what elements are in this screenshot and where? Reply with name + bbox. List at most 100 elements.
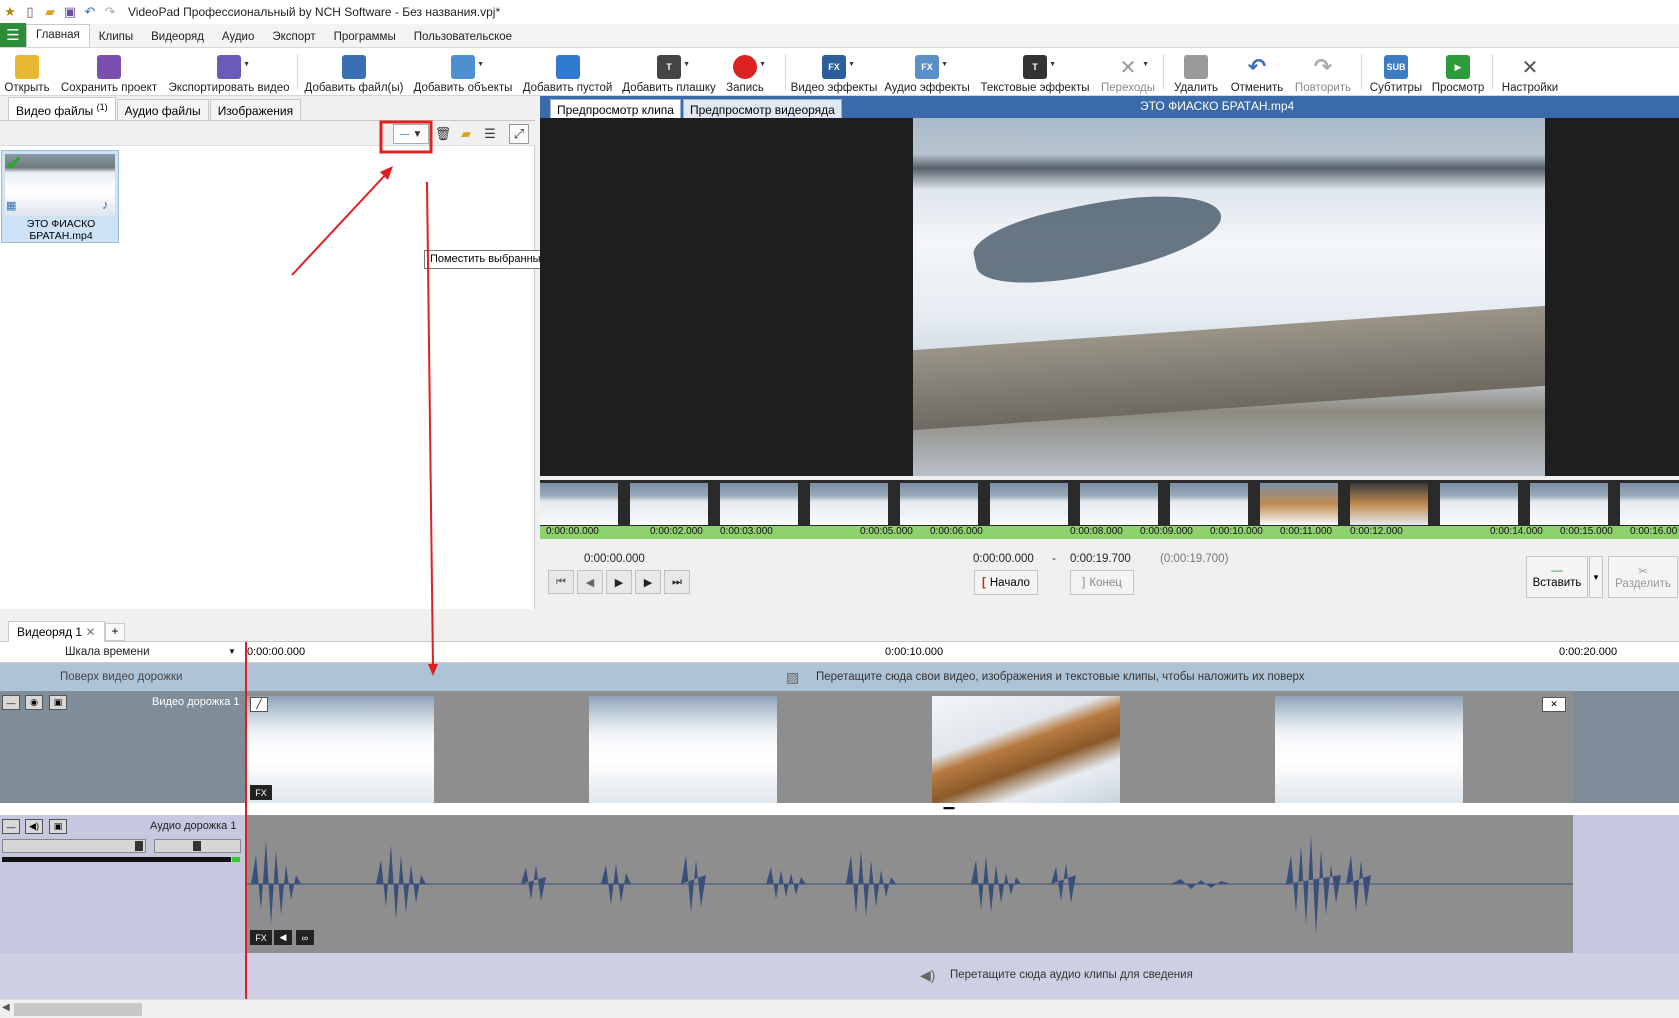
tab-clip-preview[interactable]: Предпросмотр клипа xyxy=(550,99,681,118)
add-plate-button[interactable]: T ▼ Добавить плашку xyxy=(622,50,716,94)
tab-home[interactable]: Главная xyxy=(26,24,90,47)
transition-button[interactable]: ✕ xyxy=(1542,697,1566,712)
filmstrip-frame xyxy=(540,483,618,525)
transitions-button[interactable]: ✕ ▼ Переходы xyxy=(1098,50,1158,95)
timeline-scrollbar[interactable]: ◀ xyxy=(0,999,1679,1018)
insert-dropdown-button[interactable]: ▼ xyxy=(1589,556,1603,598)
open-folder-icon[interactable]: ▰ xyxy=(40,3,60,21)
tab-sequence-1[interactable]: Видеоряд 1 ✕ xyxy=(8,621,105,642)
next-frame-button[interactable]: ▶ xyxy=(635,570,661,594)
preview-button[interactable]: ▶ Просмотр xyxy=(1430,50,1486,94)
audio-effects-button[interactable]: FX ▼ Аудио эффекты xyxy=(884,50,970,94)
scrollbar-thumb[interactable] xyxy=(14,1003,142,1016)
delete-button[interactable]: Удалить xyxy=(1171,50,1221,94)
timeline-ruler[interactable]: 0:00:00.000 0:00:10.000 0:00:20.000 xyxy=(245,642,1679,663)
undo-icon[interactable]: ↶ xyxy=(80,3,100,21)
collapse-track-button[interactable]: — xyxy=(2,819,20,834)
prev-frame-button[interactable]: ◀ xyxy=(577,570,603,594)
record-icon: ▼ xyxy=(733,55,766,79)
audio-clip[interactable]: FX ◀ ∞ xyxy=(246,815,1573,953)
tab-export[interactable]: Экспорт xyxy=(263,27,324,47)
close-icon[interactable]: ✕ xyxy=(85,625,95,639)
go-to-end-button[interactable]: ⏭ xyxy=(664,570,690,594)
link-clip-button[interactable]: ∞ xyxy=(296,930,314,945)
media-toolbar: — ▼ 🗑 ▰ ☰ ⤢ xyxy=(0,121,535,146)
video-effects-button[interactable]: FX ▼ Видео эффекты xyxy=(791,50,877,94)
list-view-button[interactable]: ☰ xyxy=(480,124,500,144)
ruler-label: 0:00:12.000 xyxy=(1350,526,1403,537)
pan-slider[interactable] xyxy=(154,839,241,853)
tab-sequence[interactable]: Видеоряд xyxy=(142,27,213,47)
tab-clips[interactable]: Клипы xyxy=(90,27,142,47)
add-sequence-button[interactable]: + xyxy=(105,623,125,641)
lock-icon: ▣ xyxy=(53,697,63,707)
overlay-track[interactable]: Поверх видео дорожки ▨ Перетащите сюда с… xyxy=(0,664,1679,691)
delete-clip-button[interactable]: 🗑 xyxy=(433,124,453,144)
save-icon[interactable]: ▣ xyxy=(60,3,80,21)
new-file-icon[interactable]: ▯ xyxy=(20,3,40,21)
tab-audio[interactable]: Аудио xyxy=(213,27,263,47)
tab-images[interactable]: Изображения xyxy=(209,99,302,120)
timeline: Шкала времени ▼ 0:00:00.000 0:00:10.000 … xyxy=(0,642,1679,999)
set-start-button[interactable]: [Начало xyxy=(974,570,1038,595)
open-button[interactable]: Открыть xyxy=(4,50,50,94)
detach-panel-button[interactable]: ⤢ xyxy=(509,124,529,144)
toggle-visibility-button[interactable]: ◉ xyxy=(25,695,43,710)
fade-in-button[interactable]: ╱ xyxy=(250,697,268,712)
add-blank-button[interactable]: Добавить пустой xyxy=(520,50,615,94)
lock-track-button[interactable]: ▣ xyxy=(49,819,67,834)
ruler-label: 0:00:10.000 xyxy=(1210,526,1263,537)
tab-video-files[interactable]: Видео файлы (1) xyxy=(8,97,116,120)
video-clip[interactable]: ╱ FX ✕ xyxy=(246,691,1573,804)
new-folder-button[interactable]: ▰ xyxy=(456,124,476,144)
timeline-scale-selector[interactable]: Шкала времени ▼ xyxy=(0,642,245,663)
go-to-start-button[interactable]: ⏮ xyxy=(548,570,574,594)
redo-icon[interactable]: ↷ xyxy=(100,3,120,21)
set-end-button[interactable]: ] Конец xyxy=(1070,570,1134,595)
link-icon: ∞ xyxy=(301,932,309,943)
lock-track-button[interactable]: ▣ xyxy=(49,695,67,710)
scroll-left-icon[interactable]: ◀ xyxy=(2,1002,10,1013)
tab-programs[interactable]: Программы xyxy=(325,27,405,47)
preview-clip-title: ЭТО ФИАСКО БРАТАН.mp4 xyxy=(1140,99,1295,113)
play-button[interactable]: ▶ xyxy=(606,570,632,594)
add-files-button[interactable]: Добавить файл(ы) xyxy=(305,50,403,94)
redo-button[interactable]: ↷ Повторить xyxy=(1292,50,1354,94)
collapse-track-button[interactable]: — xyxy=(2,695,20,710)
tab-custom[interactable]: Пользовательское xyxy=(405,27,521,47)
place-on-sequence-button[interactable]: — ▼ xyxy=(393,124,429,144)
volume-slider[interactable] xyxy=(2,839,146,853)
slider-thumb[interactable] xyxy=(193,841,201,851)
audio-mix-track[interactable]: ◀) Перетащите сюда аудио клипы для сведе… xyxy=(0,953,1679,999)
subtitles-button[interactable]: SUB Субтитры xyxy=(1368,50,1424,94)
preview-screen[interactable] xyxy=(540,118,1679,476)
hamburger-menu-icon[interactable]: ☰ xyxy=(0,23,26,47)
save-project-button[interactable]: Сохранить проект xyxy=(60,50,158,94)
clip-time-ruler[interactable]: 0:00:00.000 0:00:02.000 0:00:03.000 0:00… xyxy=(540,526,1679,539)
export-video-button[interactable]: ▼ Экспортировать видео xyxy=(168,50,290,94)
ruler-label: 0:00:03.000 xyxy=(720,526,773,537)
track-divider[interactable]: ▪▪▪▪▪ xyxy=(0,803,1679,815)
add-objects-button[interactable]: ▼ Добавить объекты xyxy=(413,50,513,94)
clip-volume-button[interactable]: ◀ xyxy=(274,930,292,945)
transition-x-icon: ✕ xyxy=(1550,699,1558,709)
clip-fx-button[interactable]: FX xyxy=(250,785,272,800)
insert-button[interactable]: — Вставить xyxy=(1526,556,1588,598)
text-effects-button[interactable]: T ▼ Текстовые эффекты xyxy=(980,50,1090,94)
ruler-label: 0:00:02.000 xyxy=(650,526,703,537)
playhead[interactable] xyxy=(245,642,247,999)
undo-button[interactable]: ↶ Отменить xyxy=(1228,50,1286,94)
split-button[interactable]: ✂ Разделить xyxy=(1608,556,1678,598)
redo-arrow-icon: ↷ xyxy=(1313,54,1333,79)
insert-icon: — xyxy=(1551,565,1563,577)
record-button[interactable]: ▼ Запись xyxy=(724,50,766,94)
mute-track-button[interactable]: ◀) xyxy=(25,819,43,834)
tab-sequence-preview[interactable]: Предпросмотр видеоряда xyxy=(682,99,842,118)
settings-button[interactable]: ✕ Настройки xyxy=(1500,50,1560,95)
slider-thumb[interactable] xyxy=(135,841,143,851)
log-shape xyxy=(913,305,1545,431)
tab-audio-files[interactable]: Аудио файлы xyxy=(116,99,209,120)
audio-fx-button[interactable]: FX xyxy=(250,930,272,945)
folder-icon xyxy=(15,55,39,79)
media-item[interactable]: ✔ ▦ ♪ ЭТО ФИАСКО БРАТАН.mp4 xyxy=(1,150,119,243)
